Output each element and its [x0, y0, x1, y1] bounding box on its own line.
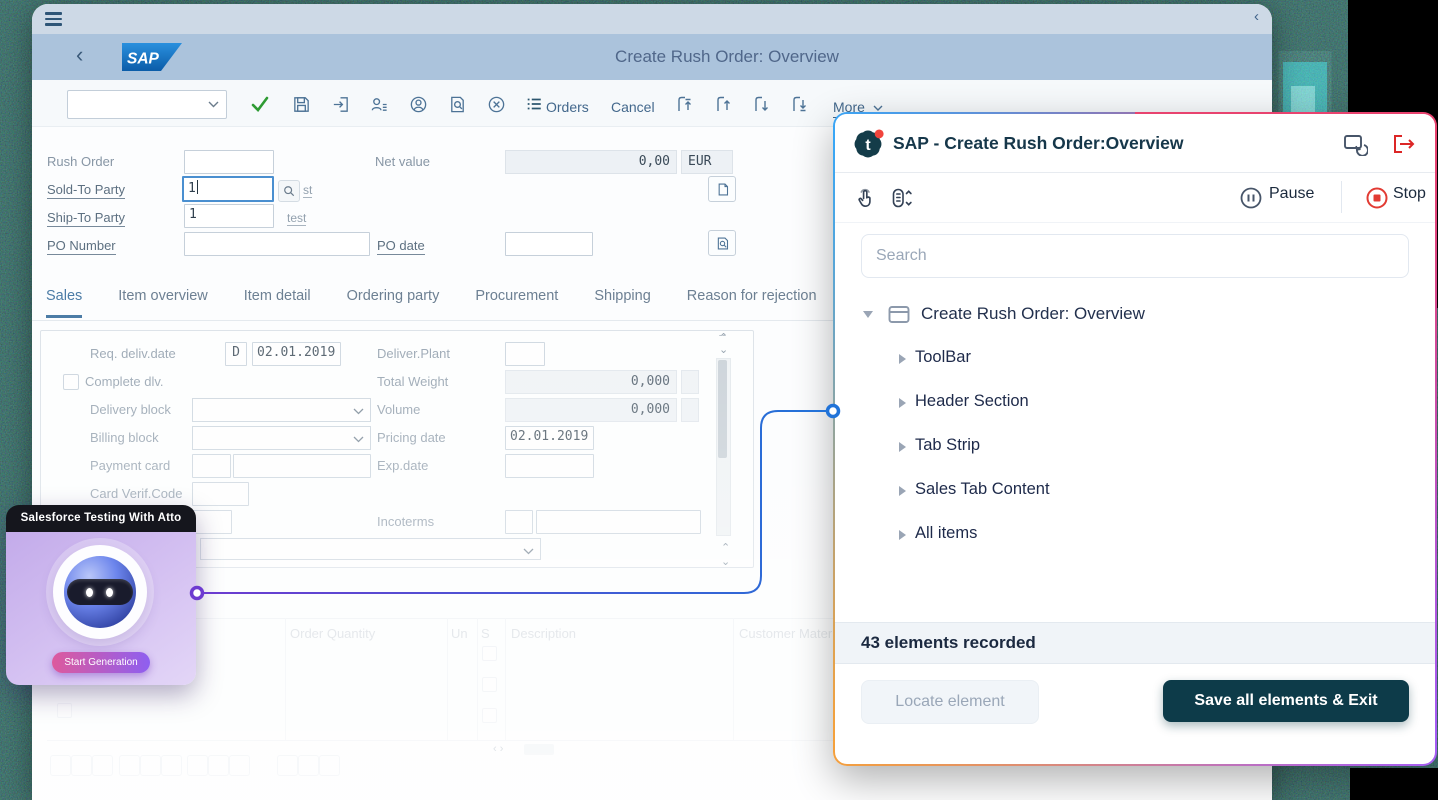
tree-item-header-section[interactable]: Header Section [915, 392, 1029, 411]
panel-header: t SAP - Create Rush Order:Overview [835, 114, 1435, 173]
minimize-to-window-icon[interactable] [1341, 130, 1369, 158]
bottom-icon[interactable] [119, 755, 140, 776]
window-element-icon [887, 304, 911, 325]
bottom-icon[interactable] [161, 755, 182, 776]
tree-item-tab-strip[interactable]: Tab Strip [915, 436, 980, 455]
status-bar: 43 elements recorded [835, 622, 1435, 664]
pause-button[interactable]: Pause [1269, 185, 1314, 203]
bottom-icon[interactable] [50, 755, 71, 776]
bottom-icon[interactable] [71, 755, 92, 776]
recorder-panel: t SAP - Create Rush Order:Overview Pause [835, 114, 1435, 764]
bottom-icon[interactable] [92, 755, 113, 776]
recorder-panel-border: t SAP - Create Rush Order:Overview Pause [833, 112, 1437, 766]
bottom-icon[interactable] [140, 755, 161, 776]
atto-logo: t [851, 127, 885, 161]
tree-caret[interactable] [899, 530, 906, 540]
bottom-icon[interactable] [187, 755, 208, 776]
screen: ‹ ‹ SAP Create Rush Order: Overview Orde… [0, 0, 1438, 800]
robot-avatar [53, 545, 147, 639]
bottom-icon[interactable] [277, 755, 298, 776]
stop-button[interactable]: Stop [1393, 185, 1426, 203]
bottom-icon[interactable] [319, 755, 340, 776]
panel-title: SAP - Create Rush Order:Overview [893, 114, 1183, 172]
bottom-icon[interactable] [229, 755, 250, 776]
controls-divider [1341, 181, 1342, 213]
tree-item-toolbar[interactable]: ToolBar [915, 348, 971, 367]
search-input[interactable] [861, 234, 1409, 278]
panel-controls-row: Pause Stop [835, 172, 1435, 223]
robot-eye-right [106, 588, 113, 597]
auto-scroll-icon[interactable] [887, 184, 915, 212]
tree-caret[interactable] [899, 486, 906, 496]
atto-generation-card: Salesforce Testing With Atto Start Gener… [6, 505, 196, 685]
bottom-icon[interactable] [208, 755, 229, 776]
exit-panel-icon[interactable] [1389, 130, 1417, 158]
elements-recorded-status: 43 elements recorded [861, 633, 1036, 652]
tree-caret[interactable] [899, 442, 906, 452]
tree-item-all-items[interactable]: All items [915, 524, 977, 543]
svg-text:t: t [865, 137, 871, 154]
atto-card-title: Salesforce Testing With Atto [6, 505, 196, 532]
robot-visor [67, 579, 133, 605]
tree-root-label[interactable]: Create Rush Order: Overview [921, 304, 1145, 324]
tree-caret[interactable] [899, 354, 906, 364]
atto-card-body: Start Generation [6, 532, 196, 685]
pause-icon[interactable] [1237, 184, 1265, 212]
tree-expand-caret[interactable] [863, 311, 873, 318]
tree-caret[interactable] [899, 398, 906, 408]
locate-element-button[interactable]: Locate element [861, 680, 1039, 724]
click-hand-icon[interactable] [851, 184, 879, 212]
save-all-elements-button[interactable]: Save all elements & Exit [1163, 680, 1409, 722]
bottom-icon[interactable] [298, 755, 319, 776]
stop-icon[interactable] [1363, 184, 1391, 212]
start-generation-button[interactable]: Start Generation [52, 652, 150, 673]
robot-head [64, 556, 136, 628]
black-corner-bottom-right [1350, 768, 1438, 800]
tree-item-sales-tab-content[interactable]: Sales Tab Content [915, 480, 1050, 499]
robot-eye-left [86, 588, 93, 597]
